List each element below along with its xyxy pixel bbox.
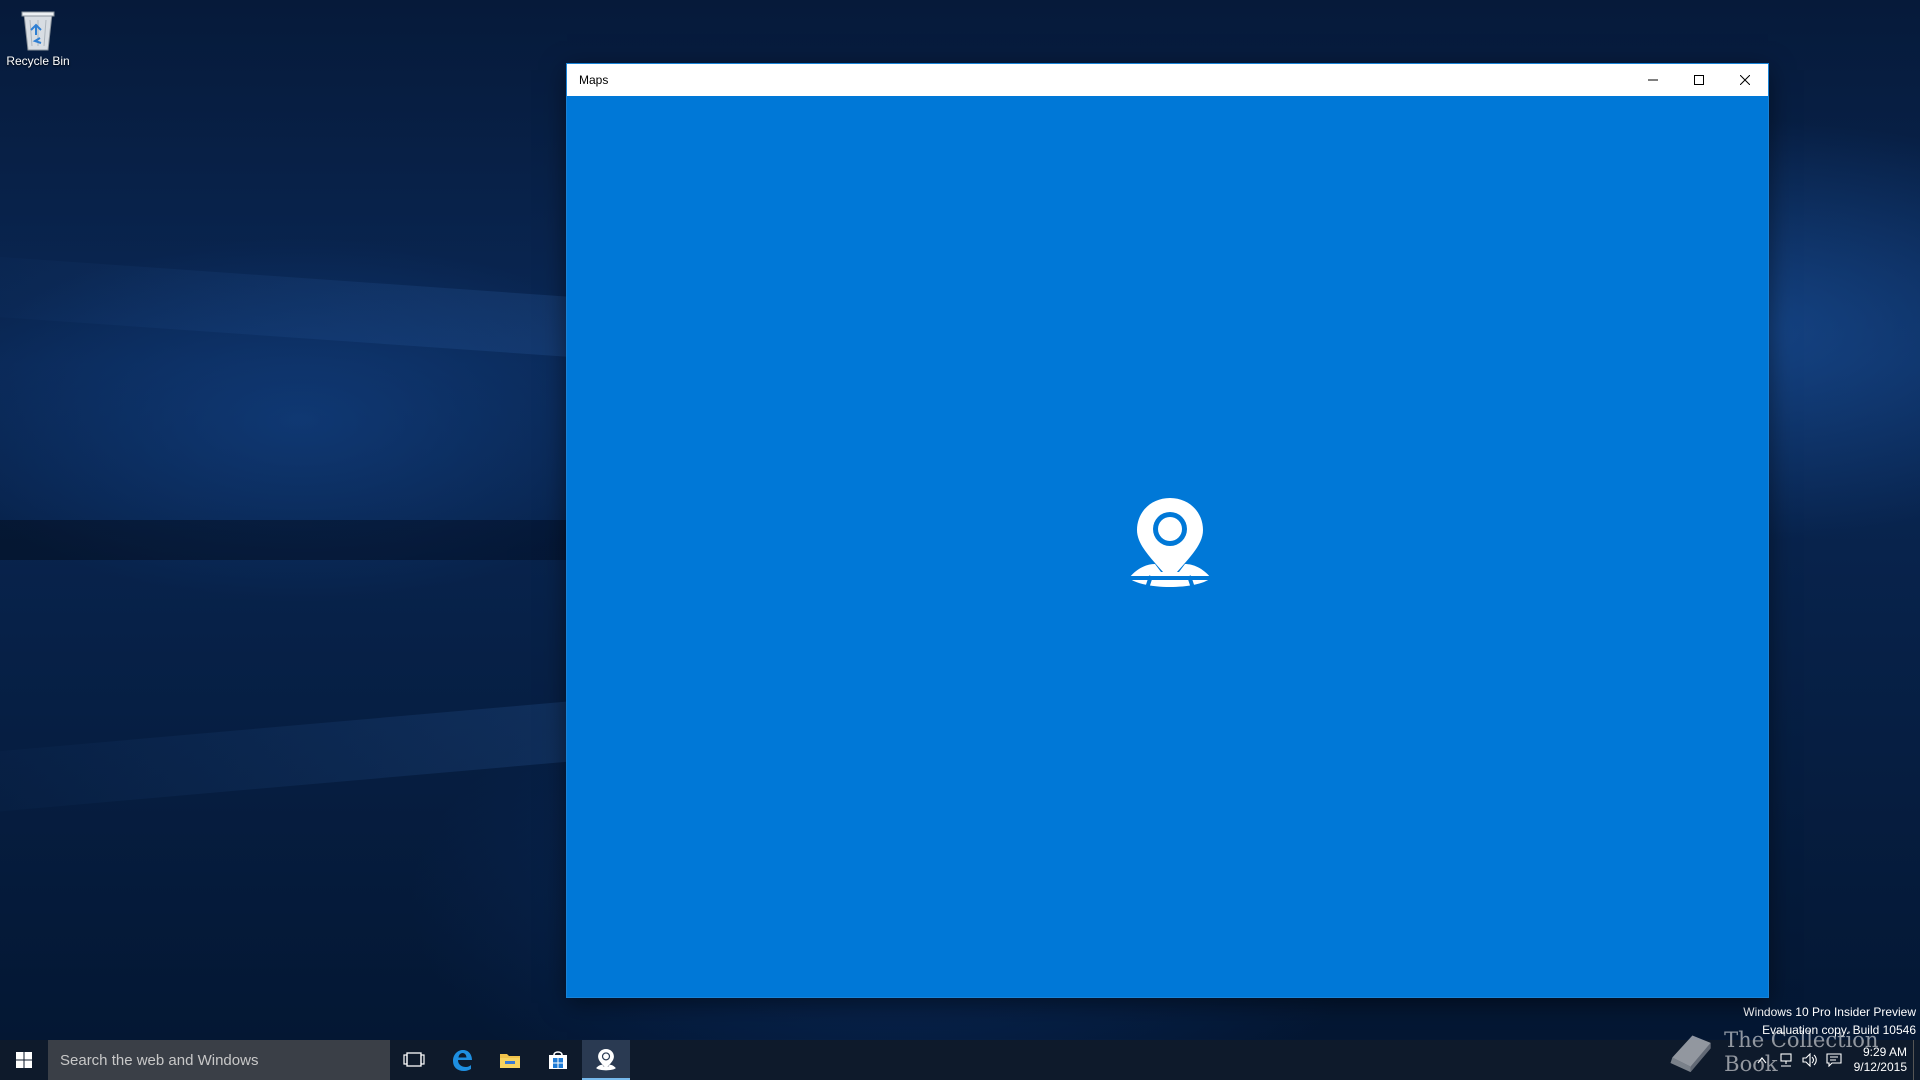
close-button[interactable] (1722, 64, 1768, 96)
watermark-text: The Collection Book (1724, 1028, 1879, 1076)
folder-icon (500, 1054, 520, 1068)
search-box[interactable]: Search the web and Windows (48, 1040, 390, 1080)
collection-book-watermark: The Collection Book (1665, 1028, 1920, 1076)
search-placeholder: Search the web and Windows (60, 1051, 259, 1069)
windows-logo-icon (16, 1052, 32, 1068)
maps-pin-icon (1129, 498, 1211, 589)
desktop-icon-recycle-bin[interactable]: Recycle Bin (4, 6, 72, 68)
minimize-button[interactable] (1630, 64, 1676, 96)
close-icon (1740, 75, 1750, 85)
file-explorer-button[interactable] (486, 1040, 534, 1080)
task-view-icon (403, 1052, 425, 1067)
minimize-icon (1648, 79, 1658, 81)
maximize-icon (1694, 75, 1704, 85)
title-bar[interactable]: Maps (567, 64, 1768, 96)
taskbar: Search the web and Windows 9:29 AM 9/12/… (0, 1040, 1920, 1080)
window-title: Maps (579, 73, 609, 87)
start-button[interactable] (0, 1040, 48, 1080)
book-icon (1670, 1035, 1711, 1073)
recycle-bin-icon (21, 11, 55, 51)
maps-taskbar-button[interactable] (582, 1040, 630, 1080)
maps-window[interactable]: Maps (567, 64, 1768, 997)
maps-pin-icon (596, 1048, 616, 1071)
task-view-button[interactable] (390, 1040, 438, 1080)
maximize-button[interactable] (1676, 64, 1722, 96)
watermark-edition: Windows 10 Pro Insider Preview (1743, 1005, 1916, 1019)
store-icon (549, 1051, 567, 1069)
store-button[interactable] (534, 1040, 582, 1080)
edge-button[interactable] (438, 1040, 486, 1080)
edge-icon (453, 1050, 472, 1071)
desktop-icon-label: Recycle Bin (6, 54, 70, 68)
